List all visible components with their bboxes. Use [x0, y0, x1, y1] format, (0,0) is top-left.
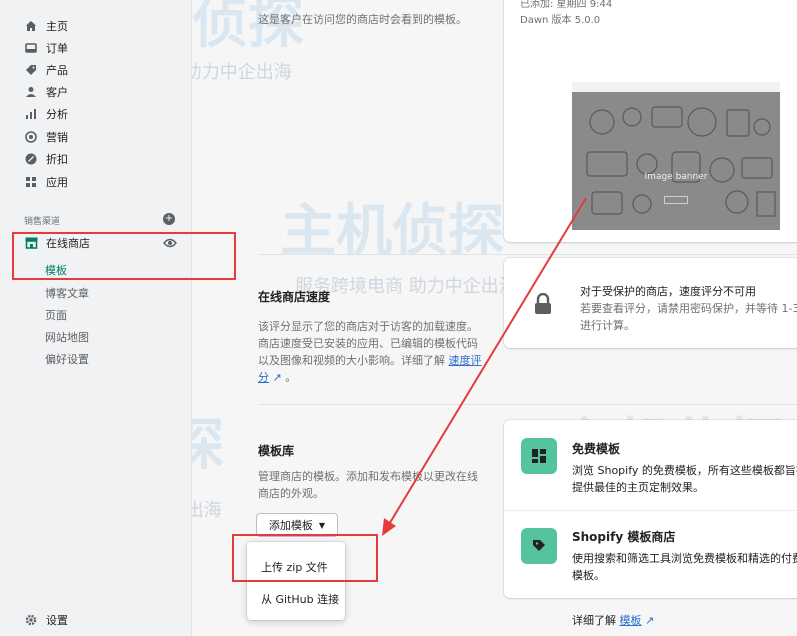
preview-banner-label: Image banner — [644, 172, 708, 182]
add-theme-button[interactable]: 添加模板 ▼ — [256, 513, 338, 537]
theme-store-icon — [521, 528, 557, 564]
speed-rating-link[interactable]: 速度评 — [449, 354, 482, 367]
theme-store-title[interactable]: Shopify 模板商店 — [572, 528, 675, 545]
tag-icon — [24, 63, 38, 77]
sidebar-item-home[interactable]: 主页 — [24, 16, 68, 36]
learn-more-themes: 详细了解 模板 ↗ — [572, 612, 654, 629]
orders-icon — [24, 41, 38, 55]
sidebar-subitem-pages[interactable]: 页面 — [45, 307, 67, 323]
sidebar-item-label: 折扣 — [46, 153, 68, 166]
sidebar-subitem-navigation[interactable]: 网站地图 — [45, 329, 89, 345]
speed-card-desc: 若要查看评分，请禁用密码保护，并等待 1-3 天 进行计算。 — [580, 300, 797, 334]
analytics-icon — [24, 107, 38, 121]
theme-library-title: 模板库 — [258, 444, 295, 458]
sidebar-item-label: 订单 — [46, 42, 68, 55]
preview-banner-button — [664, 196, 688, 204]
theme-version: Dawn 版本 5.0.0 — [520, 15, 601, 26]
sidebar-item-analytics[interactable]: 分析 — [24, 104, 68, 124]
sidebar-item-customers[interactable]: 客户 — [24, 82, 68, 102]
add-theme-button-label: 添加模板 — [268, 519, 313, 532]
gear-collage-illustration — [586, 106, 776, 217]
sidebar-item-label: 主页 — [46, 20, 68, 33]
lock-icon — [535, 293, 551, 314]
connect-github-menu-item[interactable]: 从 GitHub 连接 — [261, 591, 339, 607]
sidebar-subitem-themes[interactable]: 模板 — [45, 262, 67, 278]
speed-desc-line: 以及图像和视频的大小影响。详细了解 速度评 — [258, 352, 482, 369]
section-divider — [258, 254, 797, 255]
sidebar-subitem-preferences[interactable]: 偏好设置 — [45, 351, 89, 367]
sidebar-item-products[interactable]: 产品 — [24, 60, 68, 80]
speed-description: 该评分显示了您的商店对于访客的加载速度。 商店速度受已安装的应用、已编辑的模板代… — [258, 318, 482, 386]
apps-icon — [24, 175, 38, 189]
sidebar-item-apps[interactable]: 应用 — [24, 172, 68, 192]
free-themes-description: 浏览 Shopify 的免费模板，所有这些模板都旨在 提供最佳的主页定制效果。 — [572, 462, 797, 496]
sidebar-item-label: 分析 — [46, 108, 68, 121]
theme-store-description: 使用搜索和筛选工具浏览免费模板和精选的付费 模板。 — [572, 550, 797, 584]
speed-card-desc-line: 进行计算。 — [580, 319, 635, 332]
library-desc-line: 管理商店的模板。添加和发布模板以更改在线 — [258, 470, 478, 483]
target-icon — [24, 130, 38, 144]
sidebar-item-label: 产品 — [46, 64, 68, 77]
free-themes-icon — [521, 438, 557, 474]
card-divider — [504, 510, 797, 511]
sidebar-item-label: 设置 — [46, 614, 68, 627]
external-link-icon: ↗ — [645, 614, 655, 627]
speed-card-desc-line: 若要查看评分，请禁用密码保护，并等待 1-3 天 — [580, 302, 797, 315]
free-themes-title[interactable]: 免费模板 — [572, 440, 620, 457]
sidebar-item-label: 营销 — [46, 131, 68, 144]
sidebar-item-orders[interactable]: 订单 — [24, 38, 68, 58]
speed-rating-link-continued[interactable]: 分 — [258, 371, 269, 384]
upload-zip-menu-item[interactable]: 上传 zip 文件 — [261, 559, 328, 575]
sidebar-item-discounts[interactable]: 折扣 — [24, 149, 68, 169]
caret-down-icon: ▼ — [318, 520, 326, 530]
current-theme-description: 这是客户在访问您的商店时会看到的模板。 — [258, 13, 467, 26]
person-icon — [24, 85, 38, 99]
store-icon — [24, 236, 38, 250]
discount-icon — [24, 152, 38, 166]
speed-desc-text: 以及图像和视频的大小影响。详细了解 — [258, 354, 445, 367]
speed-card-title: 对于受保护的商店，速度评分不可用 — [580, 285, 756, 298]
gear-icon — [24, 613, 38, 627]
theme-library-description: 管理商店的模板。添加和发布模板以更改在线 商店的外观。 — [258, 468, 478, 502]
sidebar-item-label: 客户 — [46, 86, 68, 99]
sidebar-item-online-store[interactable]: 在线商店 — [24, 235, 90, 251]
learn-more-text: 详细了解 — [572, 614, 616, 627]
sidebar-item-settings[interactable]: 设置 — [24, 612, 68, 628]
section-divider — [258, 404, 797, 405]
library-desc-line: 商店的外观。 — [258, 487, 324, 500]
home-icon — [24, 19, 38, 33]
themes-learn-link[interactable]: 模板 — [620, 614, 642, 627]
speed-desc-line: 分 ↗ 。 — [258, 371, 297, 384]
sidebar: 主页 订单 产品 客户 分析 营销 折扣 应用 销售渠道 + 在线商店 模板 博… — [0, 0, 192, 636]
eye-icon[interactable] — [163, 238, 177, 248]
speed-section-title: 在线商店速度 — [258, 290, 331, 304]
sales-channels-title: 销售渠道 — [24, 217, 61, 227]
add-theme-dropdown: 上传 zip 文件 从 GitHub 连接 — [247, 542, 345, 620]
external-link-icon: ↗ — [272, 371, 282, 384]
sidebar-subitem-blog-posts[interactable]: 博客文章 — [45, 285, 89, 301]
sidebar-item-label: 在线商店 — [46, 237, 90, 250]
speed-desc-line: 商店速度受已安装的应用、已编辑的模板代码 — [258, 337, 478, 350]
sidebar-item-marketing[interactable]: 营销 — [24, 127, 68, 147]
add-channel-icon[interactable]: + — [163, 213, 175, 225]
store-desc-line: 模板。 — [572, 569, 605, 582]
sidebar-item-label: 应用 — [46, 176, 68, 189]
free-desc-line: 提供最佳的主页定制效果。 — [572, 481, 704, 494]
theme-preview-image[interactable]: Image banner — [572, 82, 780, 230]
store-desc-line: 使用搜索和筛选工具浏览免费模板和精选的付费 — [572, 552, 797, 565]
speed-desc-line: 该评分显示了您的商店对于访客的加载速度。 — [258, 320, 478, 333]
free-desc-line: 浏览 Shopify 的免费模板，所有这些模板都旨在 — [572, 464, 797, 477]
